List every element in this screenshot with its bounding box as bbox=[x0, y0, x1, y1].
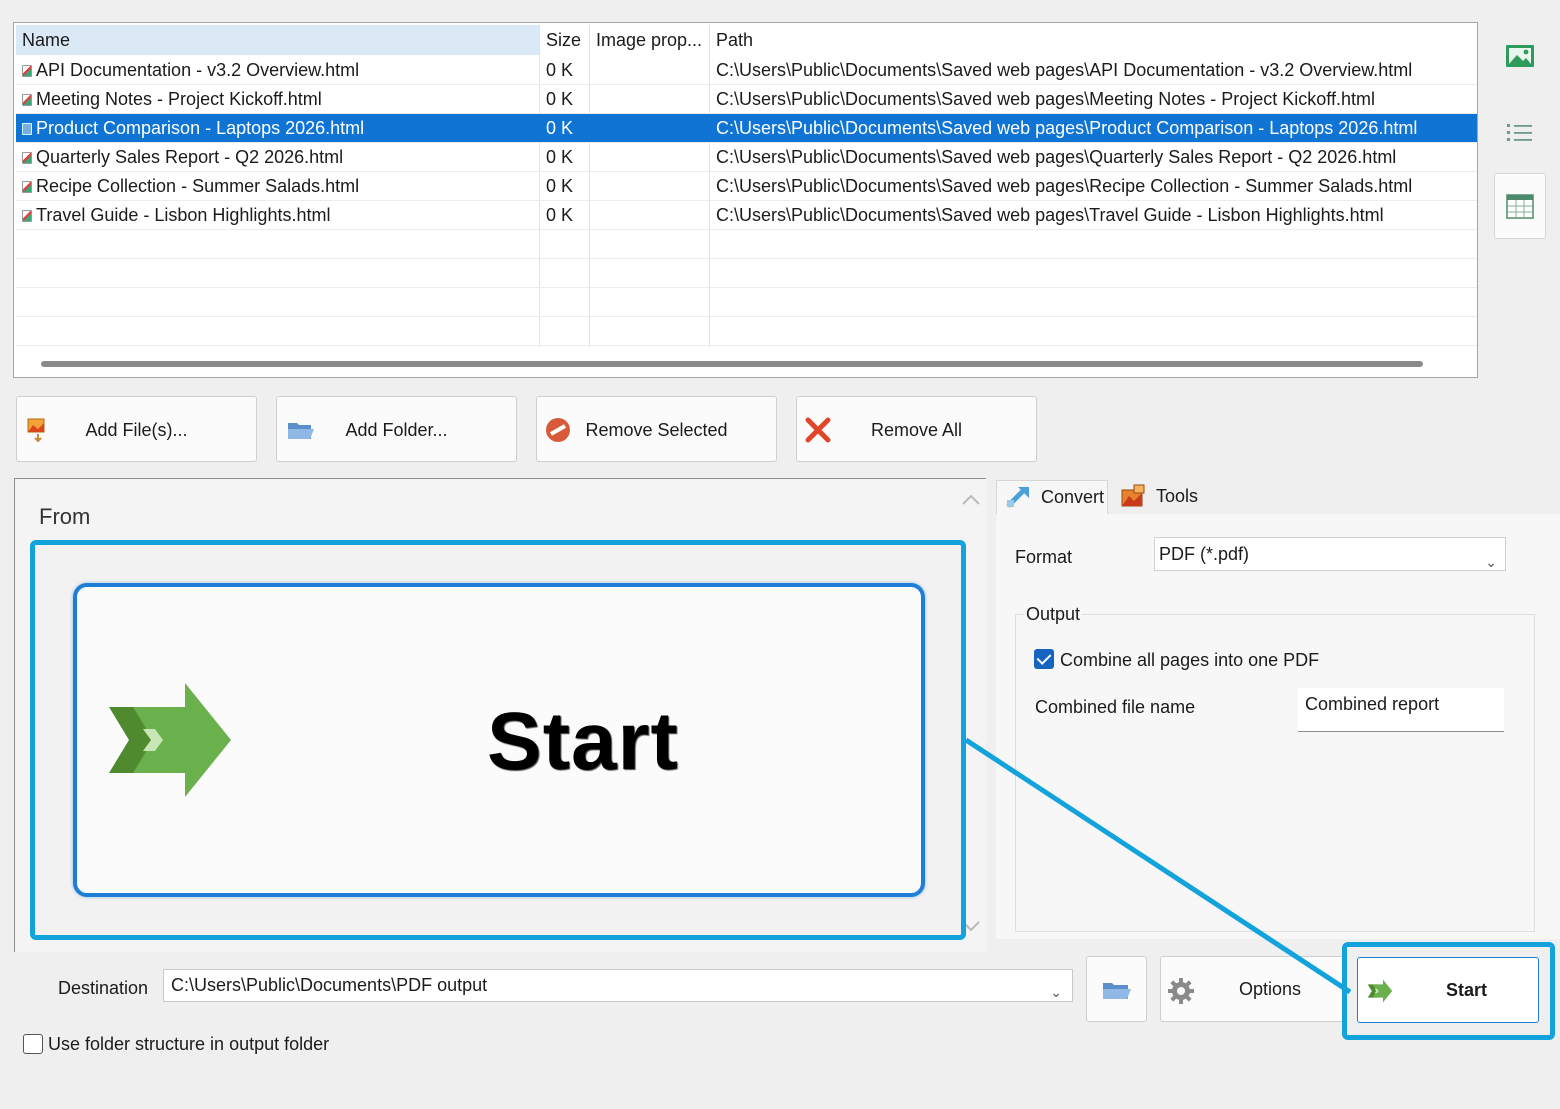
file-name: Travel Guide - Lisbon Highlights.html bbox=[36, 205, 331, 225]
remove-selected-label: Remove Selected bbox=[585, 420, 728, 440]
column-header-name[interactable]: Name bbox=[16, 25, 540, 55]
file-size: 0 K bbox=[546, 118, 574, 138]
file-name: Recipe Collection - Summer Salads.html bbox=[36, 176, 360, 196]
format-value: PDF (*.pdf) bbox=[1159, 544, 1250, 564]
browse-folder-button[interactable] bbox=[1086, 956, 1147, 1022]
html-file-icon bbox=[22, 210, 32, 222]
file-name: Product Comparison - Laptops 2026.html bbox=[36, 118, 365, 138]
add-files-button[interactable]: Add File(s)... bbox=[16, 396, 257, 462]
file-name: API Documentation - v3.2 Overview.html bbox=[36, 60, 360, 80]
file-name: Quarterly Sales Report - Q2 2026.html bbox=[36, 147, 344, 167]
html-file-icon bbox=[22, 65, 32, 77]
table-view-icon bbox=[1506, 194, 1534, 219]
column-header-size[interactable]: Size bbox=[540, 25, 588, 55]
file-path: C:\Users\Public\Documents\Saved web page… bbox=[716, 205, 1384, 225]
combine-pages-checkbox[interactable] bbox=[1034, 649, 1054, 669]
file-path: C:\Users\Public\Documents\Saved web page… bbox=[716, 60, 1413, 80]
empty-row bbox=[16, 259, 1477, 288]
empty-row bbox=[16, 230, 1477, 259]
table-row[interactable]: Travel Guide - Lisbon Highlights.html 0 … bbox=[16, 201, 1477, 230]
table-row[interactable]: Meeting Notes - Project Kickoff.html 0 K… bbox=[16, 85, 1477, 114]
add-folder-label: Add Folder... bbox=[345, 420, 448, 440]
table-row-selected[interactable]: Product Comparison - Laptops 2026.html 0… bbox=[16, 114, 1477, 143]
combine-pages-label: Combine all pages into one PDF bbox=[1060, 650, 1320, 670]
landscape-view-icon[interactable] bbox=[1505, 44, 1535, 70]
file-size: 0 K bbox=[546, 89, 574, 109]
gear-icon bbox=[1168, 978, 1194, 1004]
html-file-icon bbox=[22, 123, 32, 135]
column-header-path[interactable]: Path bbox=[710, 25, 1470, 55]
combined-file-name-label: Combined file name bbox=[1035, 697, 1196, 717]
zoom-callout: Start bbox=[30, 540, 966, 940]
browse-folder-icon bbox=[1103, 983, 1131, 999]
remove-selected-button[interactable]: Remove Selected bbox=[536, 396, 777, 462]
list-view-icon[interactable] bbox=[1505, 120, 1535, 146]
tools-icon bbox=[1121, 484, 1145, 507]
combined-file-name-input[interactable]: Combined report bbox=[1298, 688, 1504, 732]
remove-all-button[interactable]: Remove All bbox=[796, 396, 1037, 462]
html-file-icon bbox=[22, 94, 32, 106]
html-file-icon bbox=[22, 181, 32, 193]
table-row[interactable]: Recipe Collection - Summer Salads.html 0… bbox=[16, 172, 1477, 201]
options-label: Options bbox=[1239, 979, 1302, 999]
tab-convert-label: Convert bbox=[1041, 487, 1105, 507]
empty-row bbox=[16, 288, 1477, 317]
file-size: 0 K bbox=[546, 147, 574, 167]
destination-value: C:\Users\Public\Documents\PDF output bbox=[171, 975, 488, 995]
empty-row bbox=[16, 317, 1477, 346]
add-folder-button[interactable]: Add Folder... bbox=[276, 396, 517, 462]
chevron-up-icon[interactable] bbox=[961, 491, 981, 507]
destination-select[interactable]: C:\Users\Public\Documents\PDF output ⌄ bbox=[163, 969, 1073, 1002]
zoomed-start-label: Start bbox=[487, 696, 679, 787]
chevron-down-icon: ⌄ bbox=[1050, 984, 1062, 1000]
start-arrow-icon bbox=[1367, 979, 1393, 1003]
output-label: Output bbox=[1024, 604, 1083, 625]
html-file-icon bbox=[22, 152, 32, 164]
file-size: 0 K bbox=[546, 176, 574, 196]
file-path: C:\Users\Public\Documents\Saved web page… bbox=[716, 176, 1413, 196]
file-path: C:\Users\Public\Documents\Saved web page… bbox=[716, 89, 1375, 109]
column-header-image-properties[interactable]: Image prop... bbox=[590, 25, 708, 55]
folder-structure-checkbox[interactable] bbox=[23, 1034, 43, 1054]
options-button[interactable]: Options bbox=[1160, 956, 1344, 1022]
tab-tools[interactable]: Tools bbox=[1112, 480, 1199, 514]
table-row[interactable]: API Documentation - v3.2 Overview.html 0… bbox=[16, 56, 1477, 85]
convert-pane: Format PDF (*.pdf) ⌄ Output Combine all … bbox=[996, 514, 1560, 939]
table-row[interactable]: Quarterly Sales Report - Q2 2026.html 0 … bbox=[16, 143, 1477, 172]
tab-tools-label: Tools bbox=[1156, 486, 1199, 506]
file-size: 0 K bbox=[546, 60, 574, 80]
format-select[interactable]: PDF (*.pdf) ⌄ bbox=[1154, 537, 1506, 571]
chevron-down-icon: ⌄ bbox=[1485, 554, 1497, 570]
horizontal-scrollbar[interactable] bbox=[41, 361, 1423, 367]
start-button[interactable]: Start bbox=[1357, 957, 1539, 1023]
folder-structure-label: Use folder structure in output folder bbox=[48, 1034, 330, 1054]
format-label: Format bbox=[1015, 547, 1073, 567]
add-files-label: Add File(s)... bbox=[85, 420, 188, 440]
convert-icon bbox=[1006, 487, 1029, 508]
file-size: 0 K bbox=[546, 205, 574, 225]
start-arrow-icon bbox=[109, 683, 231, 797]
tab-convert[interactable]: Convert bbox=[996, 480, 1108, 514]
destination-label: Destination bbox=[58, 978, 149, 998]
zoomed-start-button: Start bbox=[73, 583, 925, 897]
table-view-button[interactable] bbox=[1494, 173, 1546, 239]
file-path: C:\Users\Public\Documents\Saved web page… bbox=[716, 118, 1418, 138]
from-title: From bbox=[39, 504, 91, 529]
file-path: C:\Users\Public\Documents\Saved web page… bbox=[716, 147, 1397, 167]
file-name: Meeting Notes - Project Kickoff.html bbox=[36, 89, 322, 109]
file-list-table[interactable]: Name Size Image prop... Path API Documen… bbox=[13, 22, 1478, 378]
start-label: Start bbox=[1446, 980, 1488, 1000]
remove-all-label: Remove All bbox=[870, 420, 963, 440]
